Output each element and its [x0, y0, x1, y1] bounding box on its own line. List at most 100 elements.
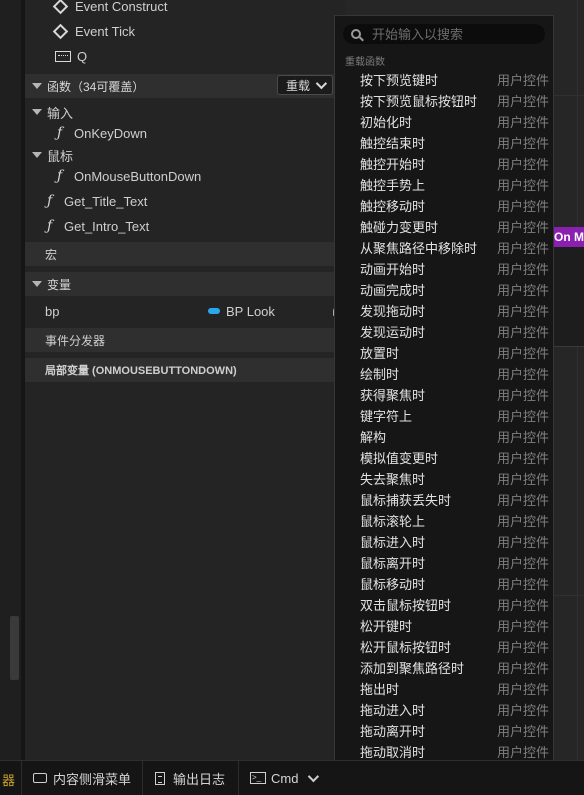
menu-item-category: 用户控件: [496, 262, 549, 277]
tree-item-q[interactable]: Q: [25, 44, 345, 68]
menu-item-category: 用户控件: [496, 178, 549, 193]
menu-item[interactable]: 触控结束时 用户控件: [335, 132, 553, 153]
event-icon: [52, 0, 69, 14]
menu-item[interactable]: 解构 用户控件: [335, 426, 553, 447]
menu-item[interactable]: 绘制时 用户控件: [335, 363, 553, 384]
menu-item-category: 用户控件: [496, 136, 549, 151]
menu-item-category: 用户控件: [496, 430, 549, 445]
left-scrollbar[interactable]: [10, 616, 19, 680]
tree-item-get-intro-text[interactable]: ƒ Get_Intro_Text: [25, 214, 345, 238]
chevron-down-icon: [308, 770, 320, 783]
chevron-down-icon: [315, 77, 328, 90]
menu-item-category: 用户控件: [496, 94, 549, 109]
menu-item[interactable]: 发现拖动时 用户控件: [335, 300, 553, 321]
menu-item[interactable]: 鼠标移动时 用户控件: [335, 573, 553, 594]
output-log-button[interactable]: 输出日志: [155, 766, 225, 790]
variable-row-bp[interactable]: bp BP Look: [25, 299, 345, 323]
menu-item[interactable]: 双击鼠标按钮时 用户控件: [335, 594, 553, 615]
menu-item-name: 获得聚焦时: [360, 388, 426, 403]
local-variables-section-header[interactable]: 局部变量 (ONMOUSEBUTTONDOWN): [25, 358, 345, 382]
menu-item-category: 用户控件: [496, 220, 549, 235]
menu-item[interactable]: 添加到聚焦路径时 用户控件: [335, 657, 553, 678]
tree-item-on-key-down[interactable]: ƒ OnKeyDown: [25, 121, 345, 145]
cmd-dropdown[interactable]: >_ Cmd: [250, 766, 320, 790]
menu-item[interactable]: 松开鼠标按钮时 用户控件: [335, 636, 553, 657]
menu-item-category: 用户控件: [496, 409, 549, 424]
menu-item-name: 松开键时: [360, 619, 413, 634]
menu-item[interactable]: 松开键时 用户控件: [335, 615, 553, 636]
menu-item-name: 放置时: [360, 346, 400, 361]
menu-item[interactable]: 拖出时 用户控件: [335, 678, 553, 699]
override-function-icon: ƒ: [57, 168, 63, 184]
menu-item[interactable]: 触碰力变更时 用户控件: [335, 216, 553, 237]
menu-item[interactable]: 鼠标进入时 用户控件: [335, 531, 553, 552]
toolbar-divider: [21, 761, 22, 795]
event-dispatchers-section-header[interactable]: 事件分发器: [25, 328, 345, 352]
menu-item-category: 用户控件: [496, 199, 549, 214]
menu-item[interactable]: 触控开始时 用户控件: [335, 153, 553, 174]
menu-item[interactable]: 拖动取消时 用户控件: [335, 741, 553, 762]
content-drawer-button[interactable]: 内容侧滑菜单: [33, 766, 131, 790]
function-icon: ƒ: [47, 193, 53, 209]
menu-search-box[interactable]: [343, 24, 545, 44]
menu-item[interactable]: 鼠标离开时 用户控件: [335, 552, 553, 573]
menu-item-category: 用户控件: [496, 535, 549, 550]
collapse-arrow-icon: [32, 83, 42, 89]
menu-item-name: 解构: [360, 430, 387, 445]
collapse-arrow-icon: [32, 281, 42, 287]
menu-item-name: 鼠标滚轮上: [360, 514, 426, 529]
menu-item[interactable]: 动画完成时 用户控件: [335, 279, 553, 300]
keyboard-icon: [55, 50, 71, 62]
menu-item[interactable]: 触控手势上 用户控件: [335, 174, 553, 195]
menu-item-category: 用户控件: [496, 241, 549, 256]
menu-item[interactable]: 模拟值变更时 用户控件: [335, 447, 553, 468]
variables-section-header[interactable]: 变量: [25, 272, 345, 296]
left-edge-strip: [0, 0, 22, 760]
menu-item-category: 用户控件: [496, 703, 549, 718]
tree-item-get-title-text[interactable]: ƒ Get_Title_Text: [25, 189, 345, 213]
menu-item[interactable]: 动画开始时 用户控件: [335, 258, 553, 279]
menu-item-name: 键字符上: [360, 409, 413, 424]
menu-item-category: 用户控件: [496, 73, 549, 88]
menu-category-label: 重载函数: [345, 57, 385, 68]
graph-event-node-body[interactable]: [551, 247, 584, 347]
menu-item-category: 用户控件: [496, 346, 549, 361]
menu-item[interactable]: 触控移动时 用户控件: [335, 195, 553, 216]
menu-item[interactable]: 鼠标捕获丢失时 用户控件: [335, 489, 553, 510]
macros-section-header[interactable]: 宏: [25, 242, 345, 266]
menu-item-category: 用户控件: [496, 304, 549, 319]
menu-item[interactable]: 拖动离开时 用户控件: [335, 720, 553, 741]
menu-item-name: 鼠标移动时: [360, 577, 426, 592]
menu-item-category: 用户控件: [496, 745, 549, 760]
output-log-icon: [155, 771, 165, 785]
tree-item-event-tick[interactable]: Event Tick: [25, 19, 345, 43]
menu-item-category: 用户控件: [496, 157, 549, 172]
menu-item[interactable]: 按下预览键时 用户控件: [335, 69, 553, 90]
menu-item[interactable]: 失去聚焦时 用户控件: [335, 468, 553, 489]
tree-item-on-mouse-button-down[interactable]: ƒ OnMouseButtonDown: [25, 164, 345, 188]
menu-item[interactable]: 获得聚焦时 用户控件: [335, 384, 553, 405]
graph-event-node-header[interactable]: On M: [551, 227, 584, 247]
menu-item-name: 动画开始时: [360, 262, 426, 277]
collapse-arrow-icon: [32, 109, 42, 115]
menu-item[interactable]: 拖动进入时 用户控件: [335, 699, 553, 720]
tree-item-event-construct[interactable]: Event Construct: [25, 0, 345, 18]
menu-item-category: 用户控件: [496, 367, 549, 382]
menu-item[interactable]: 从聚焦路径中移除时 用户控件: [335, 237, 553, 258]
menu-item[interactable]: 键字符上 用户控件: [335, 405, 553, 426]
menu-item[interactable]: 按下预览鼠标按钮时 用户控件: [335, 90, 553, 111]
variable-type[interactable]: BP Look: [208, 304, 275, 319]
toolbar-divider: [142, 761, 143, 795]
functions-section-header[interactable]: 函数（34可覆盖） 重载: [25, 74, 345, 98]
menu-item[interactable]: 初始化时 用户控件: [335, 111, 553, 132]
menu-item[interactable]: 发现运动时 用户控件: [335, 321, 553, 342]
menu-item-name: 拖出时: [360, 682, 400, 697]
menu-item[interactable]: 放置时 用户控件: [335, 342, 553, 363]
menu-item-name: 拖动取消时: [360, 745, 426, 760]
menu-item-category: 用户控件: [496, 682, 549, 697]
menu-item[interactable]: 鼠标滚轮上 用户控件: [335, 510, 553, 531]
menu-item-name: 从聚焦路径中移除时: [360, 241, 478, 256]
override-dropdown-button[interactable]: 重载: [277, 75, 333, 95]
left-tab-fragment[interactable]: 器: [2, 770, 15, 789]
menu-search-input[interactable]: [370, 25, 534, 43]
